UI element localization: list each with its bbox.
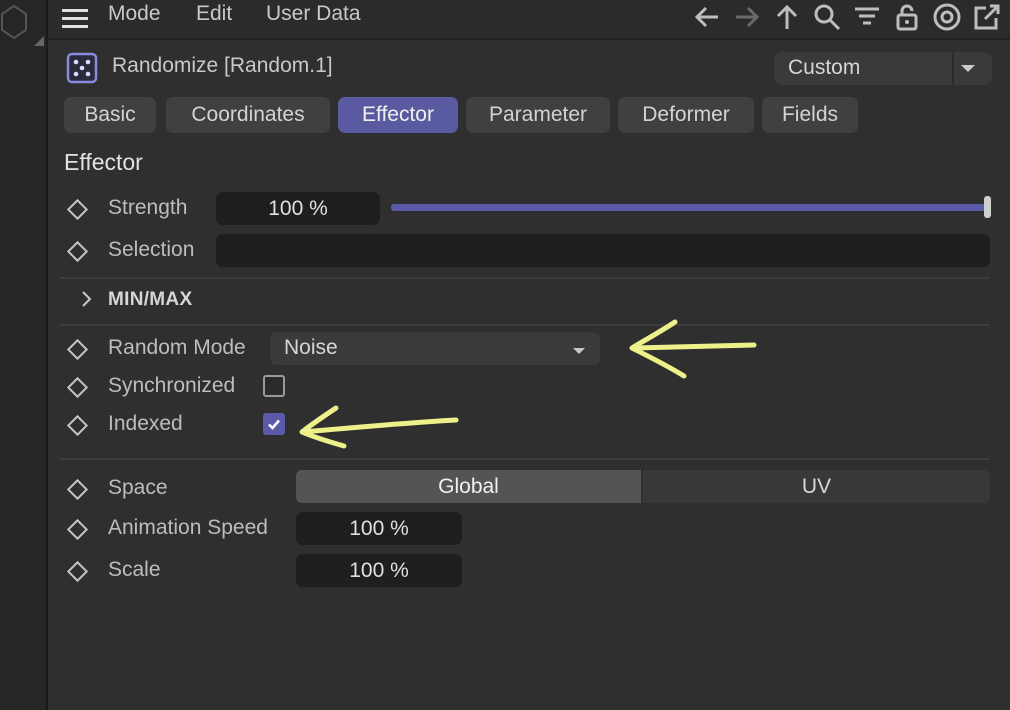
minmax-group-header[interactable]: MIN/MAX <box>108 289 192 311</box>
random-mode-label: Random Mode <box>108 336 246 359</box>
keyframe-diamond-icon[interactable] <box>66 198 89 221</box>
tab-fields[interactable]: Fields <box>762 97 858 133</box>
left-side-strip <box>0 0 48 710</box>
mode-select-value: Custom <box>788 56 861 79</box>
selection-field[interactable] <box>216 234 990 267</box>
keyframe-diamond-icon[interactable] <box>66 478 89 501</box>
keyframe-diamond-icon[interactable] <box>66 338 89 361</box>
chevron-down-icon <box>573 348 585 354</box>
hamburger-menu-icon[interactable] <box>60 6 90 32</box>
keyframe-diamond-icon[interactable] <box>66 376 89 399</box>
new-window-icon[interactable] <box>972 2 1002 32</box>
animation-speed-label: Animation Speed <box>108 516 268 539</box>
strength-slider-track[interactable] <box>391 204 987 211</box>
object-title: Randomize [Random.1] <box>112 54 333 77</box>
menu-mode[interactable]: Mode <box>108 2 161 26</box>
space-option-global[interactable]: Global <box>296 470 641 503</box>
cube-logo-icon <box>0 4 44 46</box>
section-title: Effector <box>64 149 143 175</box>
tab-effector[interactable]: Effector <box>338 97 458 133</box>
menu-user-data[interactable]: User Data <box>266 2 361 26</box>
selection-label: Selection <box>108 238 195 261</box>
random-mode-value: Noise <box>284 336 338 359</box>
animation-speed-input[interactable]: 100 % <box>296 512 462 545</box>
keyframe-diamond-icon[interactable] <box>66 414 89 437</box>
scale-input[interactable]: 100 % <box>296 554 462 587</box>
space-label: Space <box>108 476 168 499</box>
synchronized-checkbox[interactable] <box>263 375 285 397</box>
tab-basic[interactable]: Basic <box>64 97 156 133</box>
back-arrow-icon[interactable] <box>692 2 722 32</box>
forward-arrow-icon[interactable] <box>732 2 762 32</box>
up-arrow-icon[interactable] <box>772 2 802 32</box>
tab-coordinates[interactable]: Coordinates <box>166 97 330 133</box>
synchronized-label: Synchronized <box>108 374 236 397</box>
tab-deformer[interactable]: Deformer <box>618 97 754 133</box>
mode-select-divider <box>952 52 954 85</box>
checkmark-icon <box>268 419 280 430</box>
strength-input[interactable]: 100 % <box>216 192 380 225</box>
scale-label: Scale <box>108 558 161 581</box>
indexed-label: Indexed <box>108 412 183 435</box>
mode-select[interactable]: Custom <box>774 52 992 85</box>
strength-label: Strength <box>108 196 188 219</box>
keyframe-diamond-icon[interactable] <box>66 518 89 541</box>
chevron-right-icon[interactable] <box>80 290 94 308</box>
random-mode-dropdown[interactable]: Noise <box>270 332 600 365</box>
chevron-down-icon <box>961 65 975 72</box>
annotation-arrow-icon <box>299 405 459 449</box>
dice-icon <box>66 52 98 84</box>
target-icon[interactable] <box>932 2 962 32</box>
lock-icon[interactable] <box>892 2 922 32</box>
annotation-arrow-icon <box>629 319 757 379</box>
indexed-checkbox[interactable] <box>263 413 285 435</box>
strength-slider-handle[interactable] <box>984 196 991 218</box>
object-header: Randomize [Random.1] Custom <box>48 48 1010 88</box>
menubar: Mode Edit User Data <box>48 0 1010 40</box>
divider <box>60 324 990 326</box>
keyframe-diamond-icon[interactable] <box>66 240 89 263</box>
filter-icon[interactable] <box>852 2 882 32</box>
divider <box>60 458 990 460</box>
tab-parameter[interactable]: Parameter <box>466 97 610 133</box>
divider <box>60 277 990 279</box>
menu-edit[interactable]: Edit <box>196 2 232 26</box>
keyframe-diamond-icon[interactable] <box>66 560 89 583</box>
space-option-uv[interactable]: UV <box>643 470 990 503</box>
search-icon[interactable] <box>812 2 842 32</box>
